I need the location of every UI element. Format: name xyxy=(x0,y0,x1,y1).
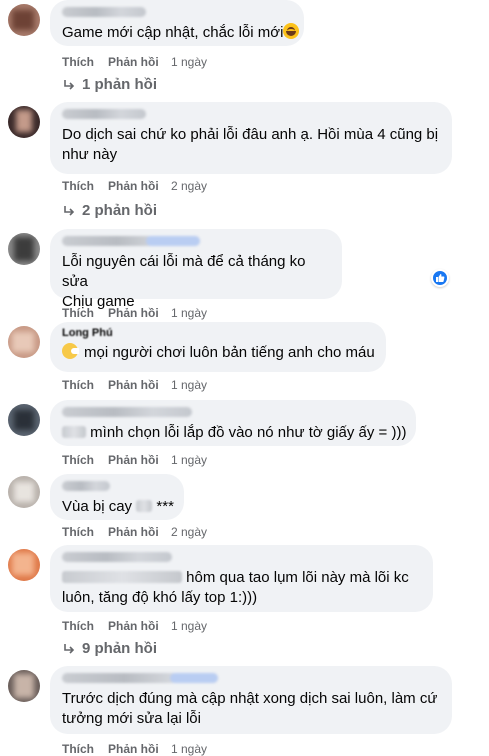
commenter-name[interactable] xyxy=(62,552,172,562)
comment-actions: Thích Phản hồi 1 ngày xyxy=(62,306,207,320)
avatar[interactable] xyxy=(8,106,40,138)
avatar[interactable] xyxy=(8,233,40,265)
comment-text: Vùa bị cay xyxy=(62,498,133,515)
comment-bubble: Lỗi nguyên cái lỗi mà để cả tháng ko sửa… xyxy=(50,229,342,310)
timestamp[interactable]: 1 ngày xyxy=(171,55,207,69)
replies-count: 1 phản hồi xyxy=(82,76,157,93)
comment-actions: Thích Phản hồi 1 ngày xyxy=(62,378,207,392)
comment-text-suffix: *** xyxy=(156,498,174,515)
reply-button[interactable]: Phản hồi xyxy=(108,525,171,539)
comment-bubble: mình chọn lỗi lắp đồ vào nó như tờ giấy … xyxy=(50,400,416,446)
like-button[interactable]: Thích xyxy=(62,179,108,193)
view-replies-button[interactable]: 2 phản hồi xyxy=(62,202,157,219)
like-button[interactable]: Thích xyxy=(62,55,108,69)
replies-count: 9 phản hồi xyxy=(82,640,157,657)
like-button[interactable]: Thích xyxy=(62,306,108,320)
timestamp[interactable]: 1 ngày xyxy=(171,306,207,320)
comment-text: Trước dịch đúng mà cập nhật xong dịch sa… xyxy=(62,690,438,727)
commenter-name[interactable] xyxy=(62,481,110,491)
like-button[interactable]: Thích xyxy=(62,378,108,392)
timestamp[interactable]: 1 ngày xyxy=(171,453,207,467)
commenter-name[interactable] xyxy=(62,109,146,119)
emoji-icon xyxy=(62,343,79,359)
reply-button[interactable]: Phản hồi xyxy=(108,55,171,69)
comment-text: mọi người chơi luôn bản tiếng anh cho má… xyxy=(84,344,375,361)
comment-actions: Thích Phản hồi 1 ngày xyxy=(62,55,207,69)
timestamp[interactable]: 1 ngày xyxy=(171,378,207,392)
reply-button[interactable]: Phản hồi xyxy=(108,742,171,756)
comment-text: Game mới cập nhật, chắc lỗi mới xyxy=(62,24,284,41)
commenter-name[interactable] xyxy=(62,673,218,683)
comment-bubble: Game mới cập nhật, chắc lỗi mới xyxy=(50,0,304,46)
blurred-mention xyxy=(62,571,182,583)
comment-bubble: Vùa bị cay *** xyxy=(50,474,184,520)
view-replies-button[interactable]: 1 phản hồi xyxy=(62,76,157,93)
comment-actions: Thích Phản hồi 1 ngày xyxy=(62,742,207,756)
commenter-name[interactable]: Long Phú xyxy=(62,327,374,339)
grinning-emoji-icon xyxy=(283,23,300,39)
avatar[interactable] xyxy=(8,670,40,702)
comment-actions: Thích Phản hồi 1 ngày xyxy=(62,453,207,467)
commenter-name[interactable] xyxy=(62,236,200,246)
comment-text: Do dịch sai chứ ko phải lỗi đâu anh ạ. H… xyxy=(62,126,439,163)
timestamp[interactable]: 1 ngày xyxy=(171,742,207,756)
reply-button[interactable]: Phản hồi xyxy=(108,619,171,633)
timestamp[interactable]: 2 ngày xyxy=(171,179,207,193)
comment-actions: Thích Phản hồi 2 ngày xyxy=(62,179,207,193)
comment-bubble: hôm qua tao lụm lõi này mà lõi kc luôn, … xyxy=(50,545,433,612)
reply-arrow-icon xyxy=(64,205,75,216)
comment-actions: Thích Phản hồi 1 ngày xyxy=(62,619,207,633)
like-button[interactable]: Thích xyxy=(62,453,108,467)
avatar[interactable] xyxy=(8,549,40,581)
avatar[interactable] xyxy=(8,404,40,436)
like-button[interactable]: Thích xyxy=(62,742,108,756)
view-replies-button[interactable]: 9 phản hồi xyxy=(62,640,157,657)
reply-button[interactable]: Phản hồi xyxy=(108,453,171,467)
comment-bubble: Long Phú mọi người chơi luôn bản tiếng a… xyxy=(50,322,386,372)
avatar[interactable] xyxy=(8,326,40,358)
comment-text-line: hôm qua tao lụm lõi này mà lõi kc xyxy=(186,569,409,586)
comment-text: mình chọn lỗi lắp đồ vào nó như tờ giấy … xyxy=(90,424,407,441)
comment-text-line: Lỗi nguyên cái lỗi mà để cả tháng ko sửa xyxy=(62,253,306,290)
replies-count: 2 phản hồi xyxy=(82,202,157,219)
like-button[interactable]: Thích xyxy=(62,619,108,633)
reply-button[interactable]: Phản hồi xyxy=(108,378,171,392)
comment-actions: Thích Phản hồi 2 ngày xyxy=(62,525,207,539)
comment-text-line: luôn, tăng độ khó lấy top 1:))) xyxy=(62,589,258,606)
blurred-word xyxy=(136,500,153,512)
avatar[interactable] xyxy=(8,476,40,508)
reply-arrow-icon xyxy=(64,79,75,90)
avatar[interactable] xyxy=(8,4,40,36)
commenter-name[interactable] xyxy=(62,7,146,17)
like-button[interactable]: Thích xyxy=(62,525,108,539)
reply-arrow-icon xyxy=(64,643,75,654)
comment-bubble: Do dịch sai chứ ko phải lỗi đâu anh ạ. H… xyxy=(50,102,452,174)
like-badge-icon[interactable] xyxy=(431,269,449,287)
commenter-name[interactable] xyxy=(62,407,192,417)
timestamp[interactable]: 1 ngày xyxy=(171,619,207,633)
reply-button[interactable]: Phản hồi xyxy=(108,179,171,193)
reply-button[interactable]: Phản hồi xyxy=(108,306,171,320)
timestamp[interactable]: 2 ngày xyxy=(171,525,207,539)
comment-bubble: Trước dịch đúng mà cập nhật xong dịch sa… xyxy=(50,666,452,734)
blurred-mention xyxy=(62,426,86,438)
